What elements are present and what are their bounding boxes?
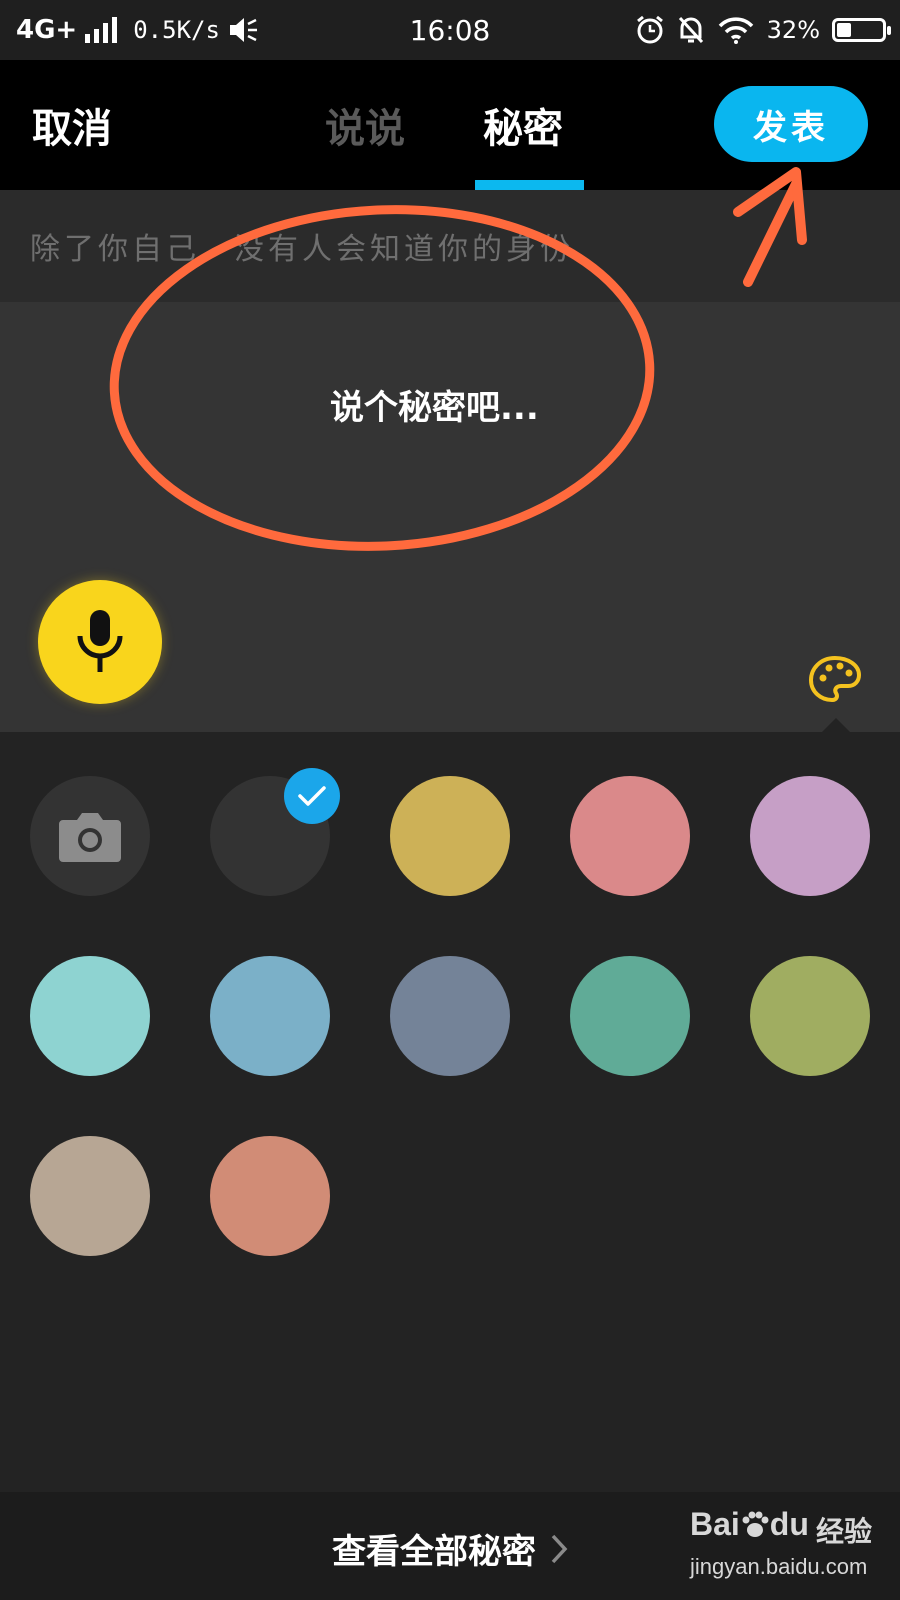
battery-icon [832,18,891,42]
color-swatch[interactable] [570,956,690,1076]
tab-secret[interactable]: 秘密 [483,96,563,154]
color-swatch[interactable] [750,956,870,1076]
microphone-icon [77,610,123,672]
compose-placeholder[interactable]: 说个秘密吧... [330,380,539,429]
battery-fill [837,23,851,37]
checkmark-icon [284,768,340,824]
watermark-logo: Bai du [690,1506,809,1542]
status-bar: 4G+ 0.5K/s 16:08 32% [0,0,900,60]
camera-icon [59,813,121,862]
color-swatch[interactable] [570,776,690,896]
wifi-icon [718,17,753,44]
publish-button[interactable]: 发表 [714,86,868,162]
battery-percent: 32% [766,16,820,44]
top-nav: 取消 说说 秘密 发表 [0,60,900,190]
compose-area[interactable]: 说个秘密吧... [0,302,900,732]
view-all-label: 查看全部秘密 [332,1532,536,1572]
hint-strip: 除了你自己，没有人会知道你的身份 [0,190,900,302]
chevron-right-icon [551,1534,568,1563]
alarm-icon [636,15,663,44]
voice-input-button[interactable] [38,580,162,704]
background-color-panel [0,732,900,1492]
anonymity-hint: 除了你自己，没有人会知道你的身份 [30,232,574,267]
color-swatch[interactable] [30,1136,150,1256]
bottom-bar: 查看全部秘密 Bai du 经验 jingyan.baidu.com [0,1492,900,1600]
baidu-jingyan-watermark: Bai du 经验 jingyan.baidu.com [690,1506,890,1590]
photo-background-button[interactable] [30,776,150,896]
view-all-secrets-link[interactable]: 查看全部秘密 [332,1524,568,1573]
color-swatch[interactable] [390,776,510,896]
color-swatch[interactable] [390,956,510,1076]
palette-icon[interactable] [808,654,862,704]
palette-caret [822,718,850,732]
watermark-label: 经验 [816,1515,873,1548]
tab-shuoshuo[interactable]: 说说 [325,96,405,154]
active-tab-indicator [475,180,584,190]
status-right: 32% [635,0,891,60]
cancel-button[interactable]: 取消 [32,96,112,154]
watermark-url: jingyan.baidu.com [690,1554,868,1579]
color-swatch[interactable] [750,776,870,896]
paw-icon [742,1511,769,1537]
color-swatch[interactable] [210,1136,330,1256]
color-swatch[interactable] [210,956,330,1076]
notification-off-icon [678,16,703,44]
color-swatch[interactable] [30,956,150,1076]
